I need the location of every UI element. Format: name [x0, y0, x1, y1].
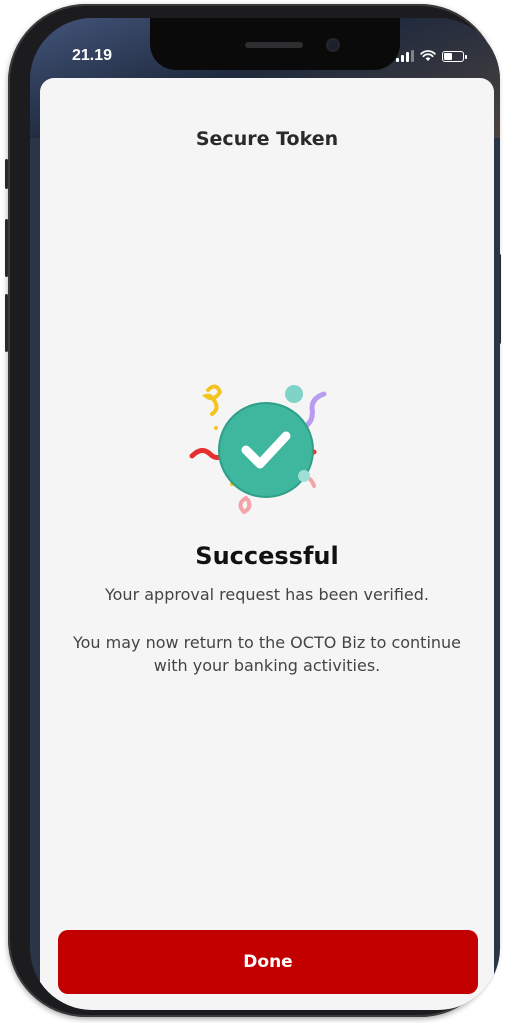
- battery-icon: [442, 51, 467, 62]
- result-message-secondary: You may now return to the OCTO Biz to co…: [72, 633, 462, 675]
- success-check-icon: [189, 384, 327, 515]
- result-message-primary: Your approval request has been verified.: [104, 585, 430, 604]
- notch: [150, 18, 400, 70]
- secure-token-sheet: Secure Token Successful Your approval re…: [40, 78, 494, 1010]
- speaker-grille: [245, 42, 303, 48]
- front-camera: [328, 40, 338, 50]
- signal-icon: [396, 50, 414, 62]
- page-title: Secure Token: [195, 128, 339, 150]
- mute-switch: [5, 159, 8, 189]
- wifi-icon: [420, 50, 436, 61]
- status-time: 21.19: [72, 47, 113, 64]
- volume-down-button: [5, 294, 8, 352]
- phone-screen: 21.19 Secure Token Successful Your appro…: [30, 18, 500, 1010]
- result-title: Successful: [195, 542, 339, 570]
- done-button[interactable]: Done: [58, 930, 478, 994]
- phone-frame: 21.19 Secure Token Successful Your appro…: [5, 4, 501, 1017]
- status-icons: [396, 50, 467, 62]
- volume-up-button: [5, 219, 8, 277]
